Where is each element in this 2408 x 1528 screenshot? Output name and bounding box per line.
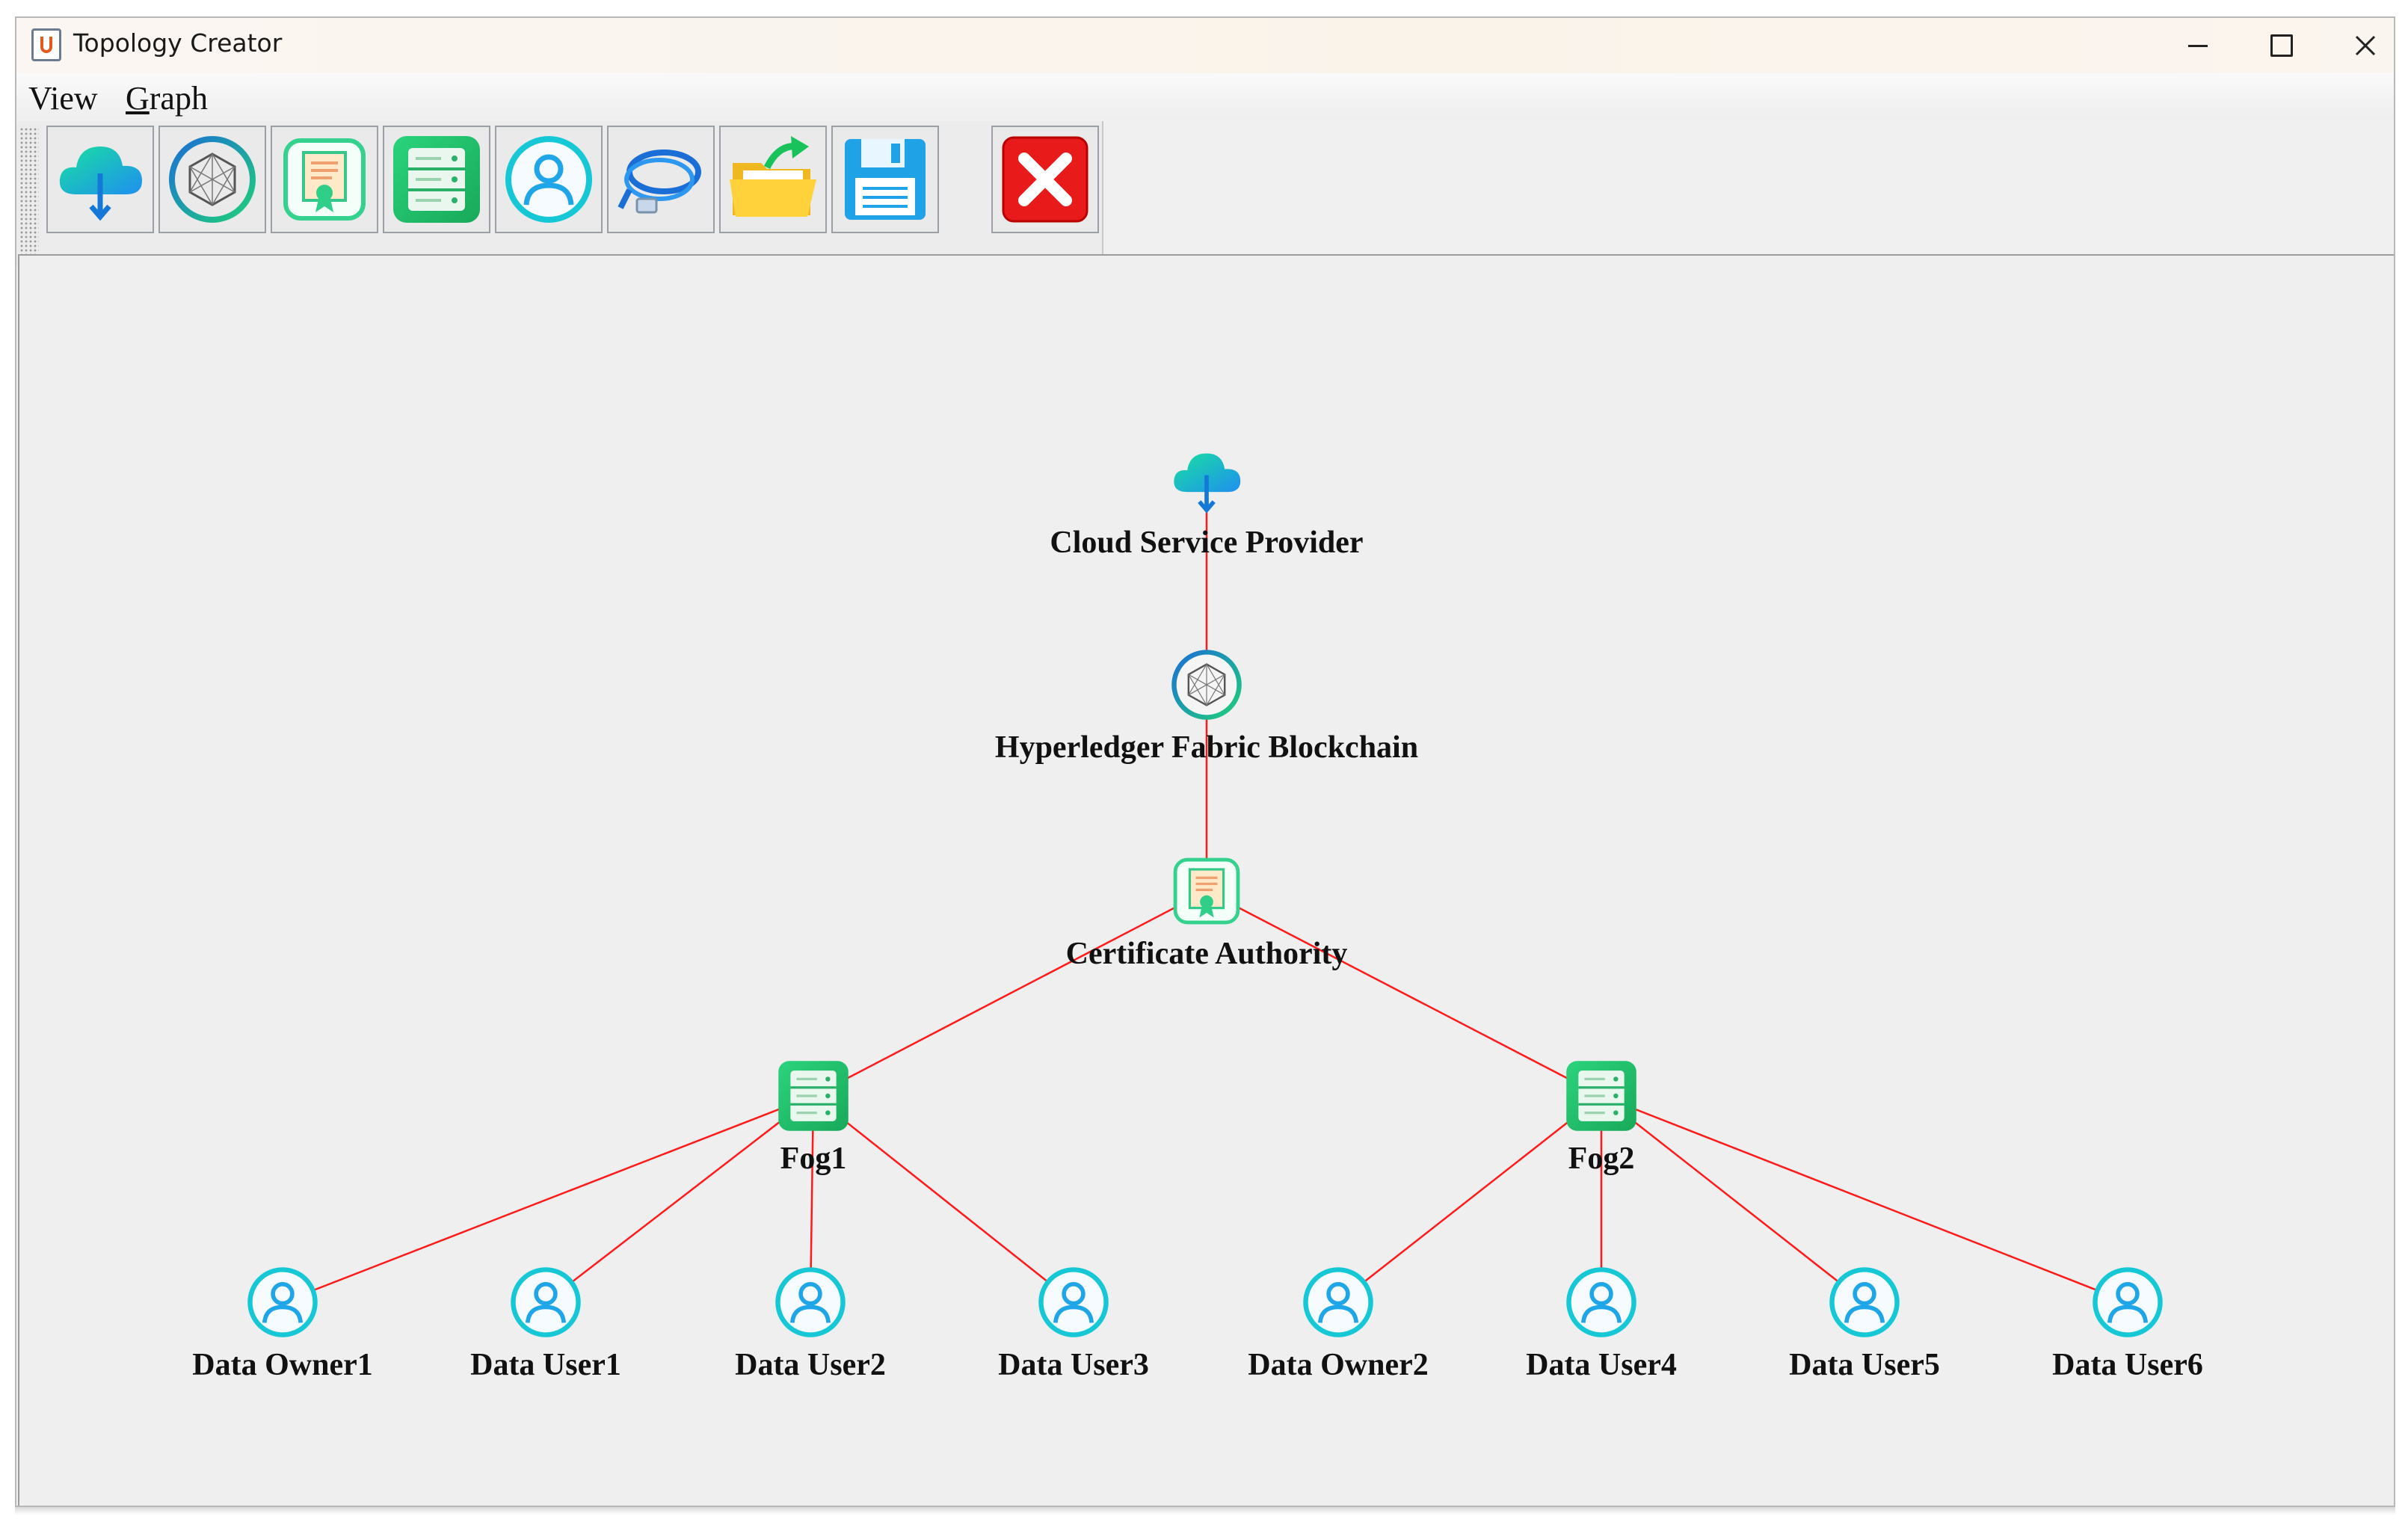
- certificate-icon[interactable]: [1169, 854, 1244, 932]
- add-blockchain-button[interactable]: [158, 126, 266, 233]
- node-label: Certificate Authority: [1065, 937, 1348, 971]
- edge-fog2-du5: [1601, 1095, 1865, 1303]
- cloud-upload-icon: [59, 147, 142, 221]
- node-label: Hyperledger Fabric Blockchain: [994, 730, 1419, 765]
- toolbar: [16, 121, 1103, 266]
- node-label: Data User6: [2052, 1348, 2203, 1382]
- menu-bar: View Graph: [16, 73, 2394, 120]
- maximize-icon: [2270, 34, 2293, 57]
- java-app-icon: [31, 28, 61, 61]
- open-folder-icon: [730, 136, 816, 217]
- node-label: Data User3: [998, 1348, 1149, 1382]
- window-title: Topology Creator: [73, 28, 283, 58]
- menu-view[interactable]: View: [28, 79, 98, 117]
- window-shadow: [15, 1507, 2395, 1515]
- user-icon[interactable]: [1301, 1265, 1376, 1343]
- cloud-icon[interactable]: [1169, 443, 1244, 521]
- edge-fog2-do2: [1337, 1095, 1602, 1303]
- node-label: Data Owner2: [1248, 1348, 1429, 1382]
- server-icon[interactable]: [776, 1059, 851, 1137]
- user-icon[interactable]: [245, 1265, 320, 1343]
- node-label: Fog1: [780, 1142, 847, 1176]
- node-label: Cloud Service Provider: [1050, 526, 1364, 560]
- minimize-button[interactable]: [2156, 18, 2240, 73]
- add-cloud-button[interactable]: [46, 126, 154, 233]
- user-icon[interactable]: [1827, 1265, 1902, 1343]
- minimize-icon: [2188, 44, 2208, 47]
- save-file-button[interactable]: [831, 126, 939, 233]
- edge-ca-fog1: [813, 890, 1207, 1097]
- add-user-button[interactable]: [495, 126, 603, 233]
- user-icon[interactable]: [508, 1265, 583, 1343]
- server-icon[interactable]: [1564, 1059, 1639, 1137]
- title-bar[interactable]: Topology Creator: [16, 18, 2394, 73]
- node-label: Data Owner1: [192, 1348, 373, 1382]
- menu-graph-label: Graph: [126, 80, 208, 117]
- add-certificate-authority-button[interactable]: [271, 126, 378, 233]
- user-icon[interactable]: [773, 1265, 848, 1343]
- user-icon[interactable]: [1564, 1265, 1639, 1343]
- user-icon[interactable]: [2090, 1265, 2165, 1343]
- save-floppy-icon: [845, 139, 926, 220]
- server-icon: [393, 136, 480, 223]
- node-label: Fog2: [1568, 1142, 1635, 1176]
- node-label: Data User2: [735, 1348, 886, 1382]
- add-fog-node-button[interactable]: [383, 126, 490, 233]
- exit-icon: [1002, 136, 1088, 223]
- exit-button[interactable]: [991, 126, 1099, 233]
- user-icon[interactable]: [1036, 1265, 1111, 1343]
- open-file-button[interactable]: [719, 126, 827, 233]
- menu-graph[interactable]: Graph: [126, 79, 208, 117]
- edge-ca-fog2: [1206, 890, 1602, 1097]
- blockchain-network-icon: [169, 136, 256, 223]
- app-window: Topology Creator View Graph Cloud Servic…: [15, 16, 2395, 1507]
- screen: Topology Creator View Graph Cloud Servic…: [0, 0, 2408, 1528]
- certificate-icon: [283, 138, 366, 221]
- cable-icon: [618, 150, 701, 214]
- maximize-button[interactable]: [2240, 18, 2324, 73]
- close-window-button[interactable]: [2324, 18, 2407, 73]
- blockchain-icon[interactable]: [1169, 647, 1244, 726]
- node-label: Data User4: [1526, 1348, 1677, 1382]
- close-icon: [2355, 35, 2376, 56]
- user-icon: [505, 136, 592, 223]
- topology-canvas[interactable]: Cloud Service Provider Hyperledger Fabric…: [18, 254, 2394, 1506]
- toolbar-grip[interactable]: [19, 127, 39, 259]
- node-label: Data User5: [1789, 1348, 1940, 1382]
- add-link-button[interactable]: [607, 126, 715, 233]
- node-label: Data User1: [470, 1348, 621, 1382]
- edge-fog1-du3: [813, 1095, 1074, 1303]
